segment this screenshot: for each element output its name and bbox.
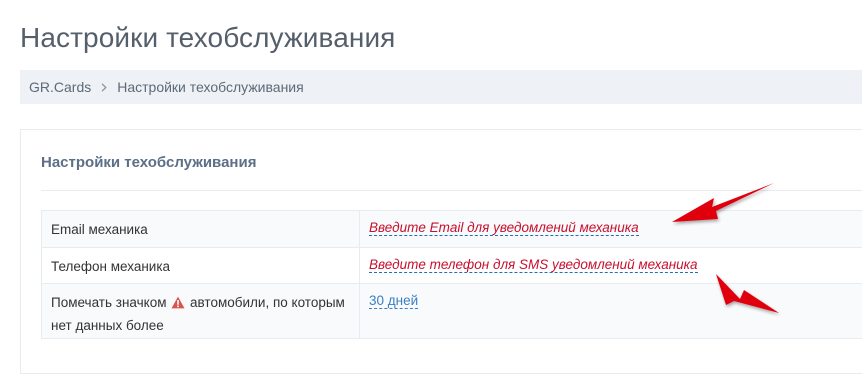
page-title: Настройки техобслуживания bbox=[20, 22, 396, 53]
setting-label-phone: Телефон механика bbox=[41, 247, 360, 284]
chevron-right-icon bbox=[101, 82, 107, 92]
warning-icon bbox=[171, 294, 185, 315]
panel-divider bbox=[41, 190, 862, 191]
email-field[interactable]: Введите Email для уведомлений механика bbox=[369, 220, 639, 236]
table-row: Помечать значком автомобили, по которым … bbox=[41, 283, 862, 339]
setting-label-stale-part1: Помечать значком bbox=[51, 295, 167, 310]
setting-label-stale-data: Помечать значком автомобили, по которым … bbox=[41, 283, 360, 339]
settings-table: Email механика Введите Email для уведомл… bbox=[41, 210, 862, 339]
panel-title: Настройки техобслуживания bbox=[41, 154, 257, 171]
table-row: Email механика Введите Email для уведомл… bbox=[41, 210, 862, 248]
phone-field[interactable]: Введите телефон для SMS уведомлений меха… bbox=[369, 257, 698, 273]
setting-label-email: Email механика bbox=[41, 210, 360, 248]
breadcrumb: GR.Cards Настройки техобслуживания bbox=[20, 70, 862, 104]
table-row: Телефон механика Введите телефон для SMS… bbox=[41, 247, 862, 284]
breadcrumb-item-home[interactable]: GR.Cards bbox=[29, 79, 91, 95]
stale-days-field[interactable]: 30 дней bbox=[369, 293, 419, 309]
settings-panel: Настройки техобслуживания Email механика… bbox=[20, 129, 862, 374]
breadcrumb-item-current: Настройки техобслуживания bbox=[117, 79, 304, 95]
